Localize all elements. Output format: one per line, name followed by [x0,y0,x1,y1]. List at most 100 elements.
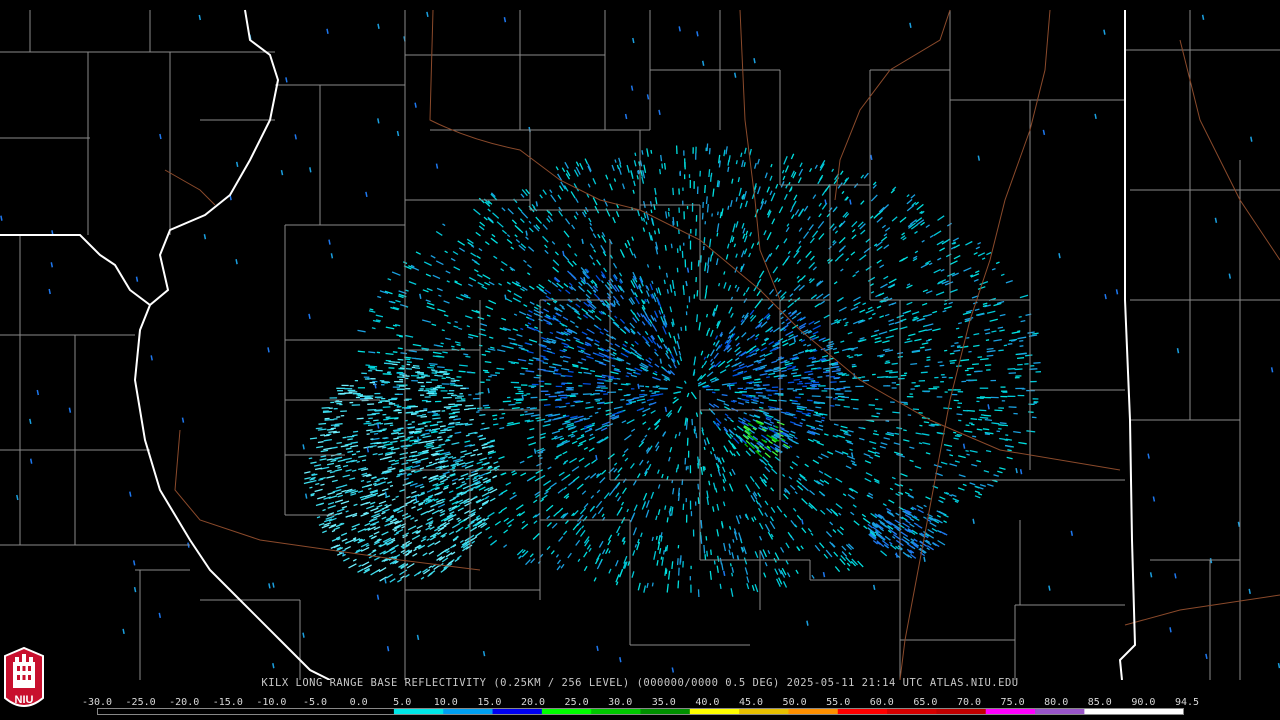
legend-tick-label: -30.0 [81,697,113,708]
echo-mark [392,324,397,327]
echo-mark [637,383,640,389]
echo-mark [360,479,365,483]
echo-mark [710,473,713,478]
echo-mark [949,352,955,355]
echo-mark [451,345,455,348]
echo-mark [885,360,890,363]
legend-tick-label: 35.0 [651,697,676,708]
echo-mark [479,413,486,417]
echo-mark [414,102,417,108]
echo-mark [317,441,324,444]
echo-mark [320,434,325,437]
echo-mark [48,288,51,295]
echo-mark [620,383,629,386]
echo-mark [1103,29,1106,35]
echo-mark [705,536,708,541]
legend-tick-label: 85.0 [1087,697,1112,708]
echo-mark [704,184,706,194]
echo-mark [1169,627,1172,633]
echo-mark [722,570,726,577]
echo-mark [521,367,528,370]
echo-mark [986,354,994,357]
echo-mark [356,450,361,453]
echo-mark [342,436,347,439]
echo-mark [974,370,983,373]
echo-mark [821,416,826,419]
echo-mark [406,361,412,363]
echo-mark [437,366,445,369]
legend-tick-label: -5.0 [302,697,328,708]
echo-mark [608,378,613,381]
scale-cell [393,709,444,714]
echo-mark [373,432,379,435]
echo-mark [511,407,520,410]
legend-tick-label: 5.0 [393,697,412,708]
echo-mark [694,426,697,432]
echo-mark [664,505,667,510]
echo-mark [481,422,485,425]
echo-mark [376,423,380,429]
scale-cell [985,709,1036,714]
scale-cell [1133,709,1183,714]
scale-cell [443,709,494,714]
echo-mark [493,418,498,421]
echo-mark [704,554,707,561]
echo-mark [949,362,955,364]
echo-mark [308,457,313,460]
echo-mark [1019,345,1024,347]
echo-mark [956,345,961,348]
echo-mark [438,438,443,441]
echo-mark [1115,289,1119,295]
echo-mark [525,230,528,236]
echo-mark [660,154,663,162]
legend-tick-label: 15.0 [477,697,502,708]
echo-mark [984,418,993,422]
echo-mark [294,134,297,140]
echo-mark [645,221,648,225]
echo-mark [449,434,453,437]
echo-mark [330,423,339,427]
echo-mark [658,265,661,270]
echo-mark [198,14,202,21]
echo-mark [302,444,305,450]
echo-mark [420,434,426,437]
echo-mark [373,409,383,412]
echo-mark [735,160,738,165]
echo-mark [370,430,377,433]
echo-mark [304,493,308,499]
echo-mark [444,368,453,371]
echo-mark [670,243,673,249]
echo-mark [1014,368,1023,371]
echo-mark [129,491,132,497]
echo-mark [955,327,960,330]
echo-mark [496,367,505,370]
echo-mark [409,405,418,408]
echo-mark [695,432,698,439]
echo-mark [492,423,499,426]
echo-mark [562,414,567,417]
echo-mark [892,411,900,414]
echo-mark [671,667,675,673]
scale-cell [344,709,395,714]
echo-mark [978,409,987,412]
echo-mark [737,397,742,400]
echo-mark [417,436,420,442]
echo-mark [1201,14,1205,20]
echo-mark [384,491,388,497]
echo-mark [1094,113,1097,120]
legend-tick-label: 90.0 [1131,697,1156,708]
echo-mark [956,413,963,416]
scale-cell [837,709,888,714]
echo-mark [965,449,969,452]
echo-mark [980,358,989,361]
echo-mark [664,406,668,413]
echo-mark [392,351,398,353]
echo-mark [706,143,709,152]
echo-mark [373,419,379,422]
echo-mark [597,407,602,410]
echo-mark [432,423,439,426]
echo-mark [1007,367,1016,370]
echo-mark [872,584,876,591]
echo-mark [943,349,948,352]
echo-mark [624,113,628,120]
